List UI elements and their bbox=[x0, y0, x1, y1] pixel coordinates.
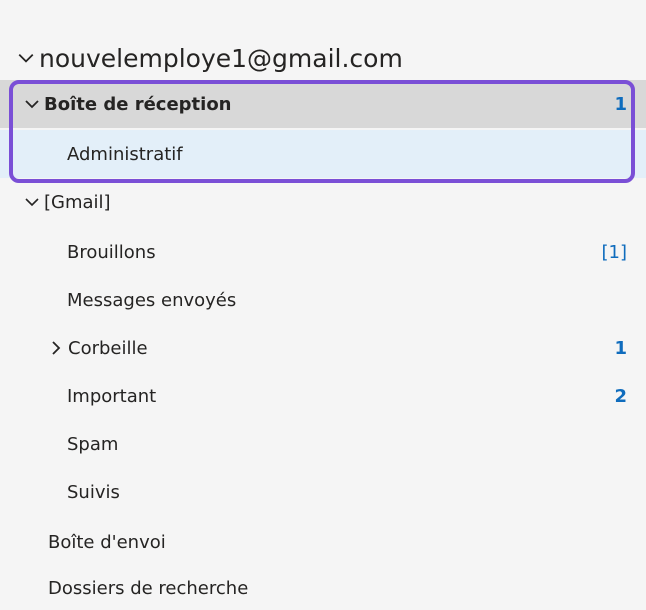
folder-important[interactable]: Important 2 bbox=[0, 372, 646, 420]
folder-corbeille[interactable]: Corbeille 1 bbox=[0, 324, 646, 372]
folder-pane: nouvelemploye1@gmail.com Boîte de récept… bbox=[0, 0, 646, 610]
folder-label: Corbeille bbox=[68, 337, 148, 359]
folder-suivis[interactable]: Suivis bbox=[0, 468, 646, 516]
unread-count: 2 bbox=[614, 385, 627, 407]
unread-count: 1 bbox=[614, 93, 627, 115]
chevron-down-icon[interactable] bbox=[24, 96, 40, 112]
folder-gmail[interactable]: [Gmail] bbox=[0, 178, 646, 226]
folder-label: Dossiers de recherche bbox=[48, 577, 249, 599]
folder-label: Boîte de réception bbox=[44, 93, 232, 115]
folder-label: Suivis bbox=[67, 481, 120, 503]
folder-boite-envoi[interactable]: Boîte d'envoi bbox=[0, 518, 646, 566]
chevron-down-icon[interactable] bbox=[17, 49, 35, 67]
folder-label: Spam bbox=[67, 433, 119, 455]
folder-label: [Gmail] bbox=[44, 191, 111, 213]
folder-dossiers-recherche[interactable]: Dossiers de recherche bbox=[0, 564, 646, 610]
unread-count: 1 bbox=[614, 337, 627, 359]
chevron-right-icon[interactable] bbox=[48, 340, 64, 356]
draft-count: [1] bbox=[601, 241, 628, 263]
folder-label: Messages envoyés bbox=[67, 289, 237, 311]
folder-label: Administratif bbox=[67, 143, 183, 165]
folder-label: Important bbox=[67, 385, 157, 407]
folder-messages-envoyes[interactable]: Messages envoyés bbox=[0, 276, 646, 324]
account-email: nouvelemploye1@gmail.com bbox=[39, 43, 403, 73]
folder-spam[interactable]: Spam bbox=[0, 420, 646, 468]
folder-brouillons[interactable]: Brouillons [1] bbox=[0, 228, 646, 276]
chevron-down-icon[interactable] bbox=[24, 194, 40, 210]
account-header[interactable]: nouvelemploye1@gmail.com bbox=[17, 40, 403, 76]
folder-label: Boîte d'envoi bbox=[48, 531, 166, 553]
folder-administratif[interactable]: Administratif bbox=[0, 130, 646, 178]
folder-label: Brouillons bbox=[67, 241, 156, 263]
folder-inbox[interactable]: Boîte de réception 1 bbox=[0, 80, 646, 128]
